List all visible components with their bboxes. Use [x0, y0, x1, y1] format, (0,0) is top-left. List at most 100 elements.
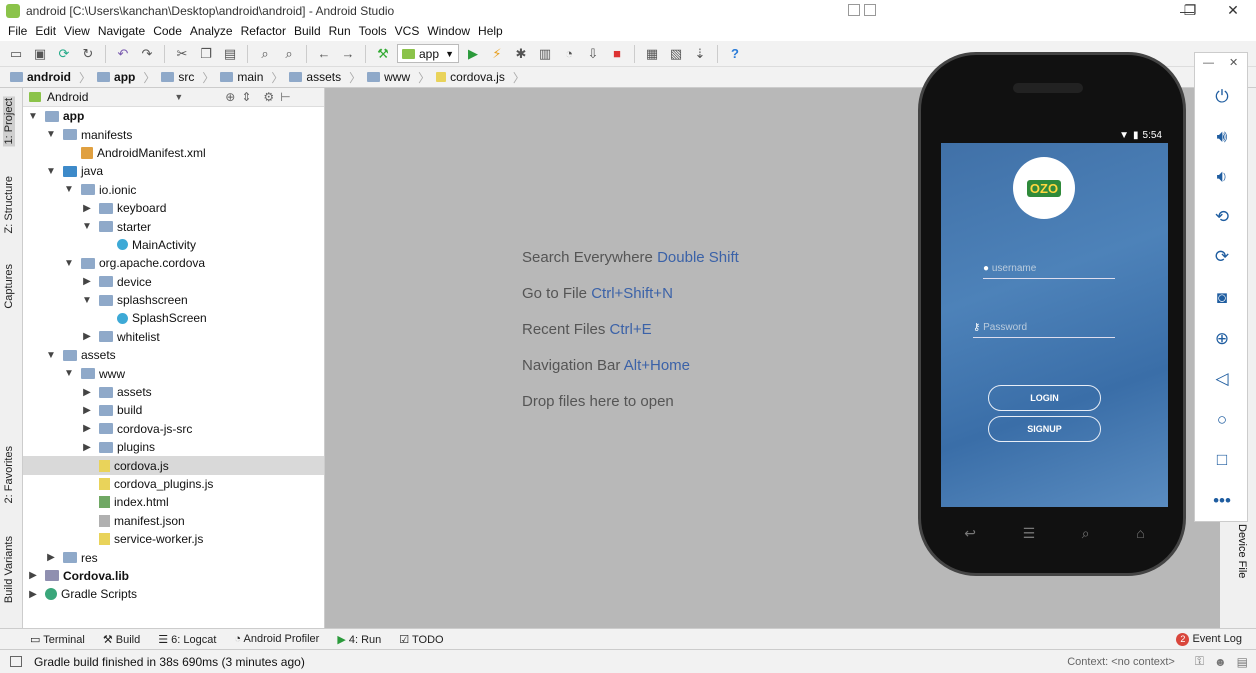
- close-button[interactable]: ✕: [1210, 0, 1256, 21]
- menu-tools[interactable]: Tools: [355, 24, 391, 38]
- tree-row[interactable]: service-worker.js: [23, 530, 324, 548]
- menu-vcs[interactable]: VCS: [391, 24, 424, 38]
- tree-row[interactable]: ▼ assets: [23, 346, 324, 364]
- home-circle-icon[interactable]: ○: [1208, 406, 1236, 434]
- chevron-right-icon[interactable]: ▶: [81, 405, 93, 416]
- volume-down-icon[interactable]: 🔉︎: [1208, 163, 1236, 191]
- apply-changes-icon[interactable]: ⚡: [487, 44, 507, 64]
- status-square-icon[interactable]: [10, 656, 22, 667]
- tab-todo[interactable]: ☑ TODO: [399, 633, 443, 646]
- tree-row[interactable]: cordova_plugins.js: [23, 475, 324, 493]
- tree-row[interactable]: ▶ res: [23, 548, 324, 566]
- cut-icon[interactable]: ✂: [172, 44, 192, 64]
- chevron-down-icon[interactable]: ▼: [27, 111, 39, 122]
- project-structure-icon[interactable]: ▧: [666, 44, 686, 64]
- menu-help[interactable]: Help: [474, 24, 507, 38]
- tree-row[interactable]: MainActivity: [23, 236, 324, 254]
- chevron-right-icon[interactable]: ▶: [81, 387, 93, 398]
- tree-row[interactable]: ▶ plugins: [23, 438, 324, 456]
- tree-row[interactable]: ▶ keyboard: [23, 199, 324, 217]
- menu-refactor[interactable]: Refactor: [237, 24, 290, 38]
- save-icon[interactable]: ▣: [30, 44, 50, 64]
- run-config-select[interactable]: app ▼: [397, 44, 459, 63]
- chevron-down-icon[interactable]: ▼: [63, 258, 75, 269]
- camera-icon[interactable]: ◙: [1208, 284, 1236, 312]
- lock-icon[interactable]: ⚿: [1195, 654, 1204, 669]
- paste-icon[interactable]: ▤: [220, 44, 240, 64]
- breadcrumb-item[interactable]: assets 〉: [289, 69, 367, 86]
- chevron-right-icon[interactable]: ▶: [45, 552, 57, 563]
- tree-row[interactable]: cordova.js: [23, 456, 324, 475]
- power-icon[interactable]: ⏻: [1208, 83, 1236, 111]
- menu-navigate[interactable]: Navigate: [94, 24, 149, 38]
- chevron-down-icon[interactable]: ▼: [45, 129, 57, 140]
- chevron-right-icon[interactable]: ▶: [81, 442, 93, 453]
- chevron-down-icon[interactable]: ▼: [45, 166, 57, 177]
- profile-icon[interactable]: ◔: [559, 44, 579, 64]
- rotate-left-icon[interactable]: ⟲: [1208, 203, 1236, 231]
- debug-icon[interactable]: ✱: [511, 44, 531, 64]
- tree-row[interactable]: index.html: [23, 493, 324, 511]
- tree-row[interactable]: ▼ io.ionic: [23, 181, 324, 199]
- tab-build-variants[interactable]: Build Variants: [3, 536, 15, 603]
- menu-analyze[interactable]: Analyze: [186, 24, 237, 38]
- emulator-screen[interactable]: ▼ ▮ 5:54 OZO ● username ⚷ Password LOGIN…: [941, 127, 1168, 507]
- forward-icon[interactable]: →: [338, 44, 358, 64]
- zoom-icon[interactable]: ⊕: [1208, 325, 1236, 353]
- tree-row[interactable]: ▼ www: [23, 364, 324, 382]
- tree-row[interactable]: ▼ manifests: [23, 125, 324, 143]
- stop-icon[interactable]: ■: [607, 44, 627, 64]
- title-extra-controls[interactable]: [848, 1, 898, 19]
- menu-edit[interactable]: Edit: [31, 24, 60, 38]
- maximize-button[interactable]: ❐: [1167, 0, 1213, 21]
- project-view-select[interactable]: Android: [47, 90, 88, 104]
- tree-row[interactable]: manifest.json: [23, 512, 324, 530]
- back-icon[interactable]: ↩: [964, 525, 976, 542]
- minimize-emulator-icon[interactable]: —: [1203, 57, 1214, 69]
- tab-project[interactable]: 1: Project: [3, 96, 15, 147]
- tab-structure[interactable]: Z: Structure: [3, 176, 15, 233]
- tab-logcat[interactable]: ☰ 6: Logcat: [158, 633, 216, 646]
- chevron-right-icon[interactable]: ▶: [81, 203, 93, 214]
- menu-file[interactable]: File: [4, 24, 31, 38]
- chevron-right-icon[interactable]: ▶: [81, 331, 93, 342]
- tree-row[interactable]: ▼ splashscreen: [23, 291, 324, 309]
- search-icon[interactable]: ⌕: [1082, 525, 1090, 542]
- tree-row[interactable]: ▶ whitelist: [23, 328, 324, 346]
- tree-row[interactable]: AndroidManifest.xml: [23, 144, 324, 162]
- login-button[interactable]: LOGIN: [988, 385, 1101, 411]
- chevron-right-icon[interactable]: ▶: [81, 423, 93, 434]
- tab-build[interactable]: ⚒ Build: [103, 633, 140, 646]
- breadcrumb-item[interactable]: cordova.js 〉: [436, 69, 531, 86]
- tree-row[interactable]: ▼ app: [23, 107, 324, 125]
- event-log-button[interactable]: 2 Event Log: [1176, 632, 1242, 646]
- refresh-icon[interactable]: ↻: [78, 44, 98, 64]
- collapse-icon[interactable]: ⇕: [241, 90, 251, 104]
- menu-run[interactable]: Run: [325, 24, 355, 38]
- tab-android-profiler[interactable]: ◔ Android Profiler: [234, 633, 319, 645]
- breadcrumb-item[interactable]: app 〉: [97, 69, 161, 86]
- back-triangle-icon[interactable]: ◁: [1208, 365, 1236, 393]
- tree-row[interactable]: ▼ starter: [23, 217, 324, 235]
- tree-row[interactable]: ▶ cordova-js-src: [23, 420, 324, 438]
- tree-row[interactable]: ▶ build: [23, 401, 324, 419]
- rotate-right-icon[interactable]: ⟳: [1208, 243, 1236, 271]
- chevron-right-icon[interactable]: ▶: [81, 276, 93, 287]
- tree-row[interactable]: ▶ assets: [23, 383, 324, 401]
- password-field[interactable]: ⚷ Password: [973, 322, 1115, 338]
- expand-icon[interactable]: [864, 4, 876, 16]
- tree-row[interactable]: ▼ org.apache.cordova: [23, 254, 324, 272]
- copy-icon[interactable]: ❐: [196, 44, 216, 64]
- attach-debugger-icon[interactable]: ⇩: [583, 44, 603, 64]
- menu-view[interactable]: View: [60, 24, 94, 38]
- volume-up-icon[interactable]: 🔊︎: [1208, 123, 1236, 151]
- more-icon[interactable]: •••: [1208, 487, 1236, 515]
- breadcrumb-item[interactable]: www 〉: [367, 69, 436, 86]
- chevron-down-icon[interactable]: ▼: [81, 221, 93, 232]
- gear-icon[interactable]: ⚙: [263, 90, 274, 104]
- tree-row[interactable]: ▶ device: [23, 273, 324, 291]
- close-emulator-icon[interactable]: ✕: [1229, 56, 1238, 69]
- hide-icon[interactable]: ⊢: [280, 90, 290, 104]
- tree-row[interactable]: ▼ java: [23, 162, 324, 180]
- chevron-down-icon[interactable]: ▼: [63, 184, 75, 195]
